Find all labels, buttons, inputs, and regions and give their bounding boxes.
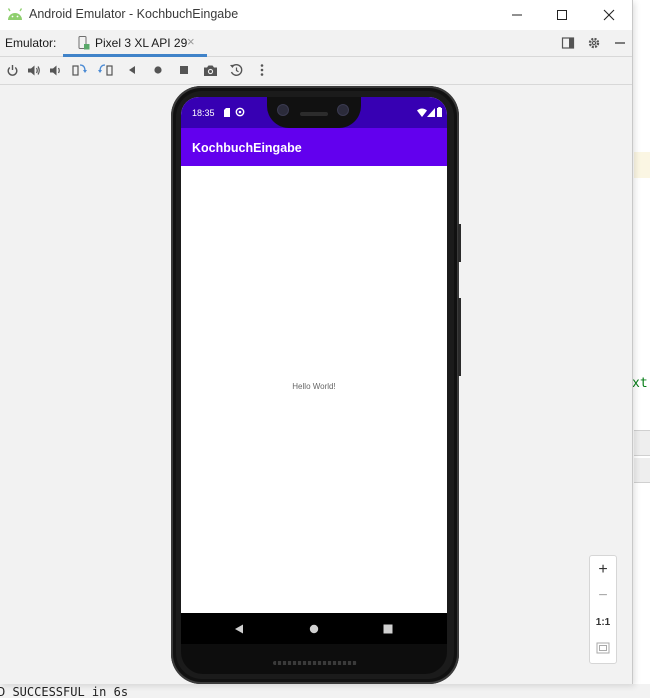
back-icon <box>129 66 135 74</box>
home-icon <box>154 66 162 74</box>
screenshot-button[interactable] <box>201 61 219 79</box>
home-button[interactable] <box>149 61 167 79</box>
emulator-label: Emulator: <box>5 36 57 50</box>
android-logo-icon <box>7 8 23 20</box>
nav-back-button[interactable] <box>231 621 247 637</box>
volume-down-button[interactable] <box>47 61 65 79</box>
rotate-right-button[interactable] <box>96 61 114 79</box>
nav-back-icon <box>235 624 243 634</box>
close-icon <box>603 9 615 21</box>
app-bar: KochbuchEingabe <box>181 128 447 166</box>
maximize-icon <box>557 10 567 20</box>
rotate-right-icon <box>97 64 113 76</box>
android-navigation-bar <box>181 613 447 644</box>
window-title: Android Emulator - KochbuchEingabe <box>29 7 239 21</box>
sync-notification-icon <box>235 107 245 117</box>
speaker-grille <box>273 661 357 665</box>
overview-button[interactable] <box>175 61 193 79</box>
maximize-button[interactable] <box>539 0 585 30</box>
build-output-text: D SUCCESSFUL in 6s <box>0 685 129 699</box>
nav-home-icon <box>309 624 319 634</box>
rotate-left-button[interactable] <box>70 61 88 79</box>
overview-icon <box>180 66 188 74</box>
settings-button[interactable] <box>585 34 603 52</box>
tab-pixel-3-xl-api-29[interactable]: Pixel 3 XL API 29 × <box>63 30 207 57</box>
more-icon <box>260 64 264 76</box>
display-notch <box>267 97 361 128</box>
more-options-button[interactable] <box>253 61 271 79</box>
zoom-controls: + − 1:1 <box>589 555 617 664</box>
nav-overview-button[interactable] <box>380 621 396 637</box>
app-title: KochbuchEingabe <box>192 141 302 155</box>
nav-home-button[interactable] <box>306 621 322 637</box>
volume-up-icon <box>28 65 40 75</box>
rotate-left-icon <box>71 64 87 76</box>
volume-rocker[interactable] <box>458 298 461 376</box>
layout-toggle-button[interactable] <box>559 34 577 52</box>
fit-screen-button[interactable] <box>590 635 616 661</box>
device-icon <box>78 36 90 50</box>
ide-row <box>634 458 650 483</box>
minimize-icon <box>512 14 522 16</box>
camera-icon <box>203 65 217 76</box>
device-frame: 18:35 KochbuchEingabe Hello World! <box>171 86 461 684</box>
back-button[interactable] <box>123 61 141 79</box>
nav-overview-icon <box>383 624 393 634</box>
volume-up-button[interactable] <box>25 61 43 79</box>
power-key[interactable] <box>458 224 461 262</box>
close-button[interactable] <box>586 0 632 30</box>
device-tab-bar: Emulator: Pixel 3 XL API 29 × <box>0 30 632 57</box>
phone-chin <box>181 644 447 674</box>
ide-build-output: D SUCCESSFUL in 6s <box>0 684 650 699</box>
tab-close-icon[interactable]: × <box>187 34 195 49</box>
snapshot-restore-icon <box>229 63 242 76</box>
zoom-out-button[interactable]: − <box>590 583 616 609</box>
power-icon <box>7 64 17 76</box>
title-bar: Android Emulator - KochbuchEingabe <box>0 0 632 30</box>
front-camera <box>337 104 349 116</box>
gear-icon <box>588 37 600 49</box>
minimize-button[interactable] <box>494 0 540 30</box>
device-screen[interactable]: 18:35 KochbuchEingabe Hello World! <box>181 97 447 644</box>
hide-panel-button[interactable] <box>611 34 629 52</box>
actual-size-button[interactable]: 1:1 <box>590 609 616 635</box>
hello-world-text: Hello World! <box>292 382 336 391</box>
app-content: Hello World! <box>181 166 447 613</box>
volume-down-icon <box>50 65 60 75</box>
ide-row <box>634 430 650 456</box>
status-time: 18:35 <box>192 108 215 118</box>
sd-card-icon <box>224 108 230 117</box>
minimize-panel-icon <box>615 42 625 44</box>
panel-layout-icon <box>561 37 575 49</box>
fit-screen-icon <box>596 642 610 654</box>
power-button[interactable] <box>3 61 21 79</box>
earpiece-speaker <box>300 112 328 116</box>
wifi-icon <box>417 108 427 117</box>
battery-icon <box>437 107 442 117</box>
emulator-toolbar <box>0 57 632 85</box>
snapshot-button[interactable] <box>227 61 245 79</box>
front-camera <box>277 104 289 116</box>
android-status-bar: 18:35 <box>181 97 447 128</box>
cell-signal-icon <box>427 108 435 117</box>
emulator-window: Android Emulator - KochbuchEingabe Emula… <box>0 0 633 684</box>
tab-label: Pixel 3 XL API 29 <box>95 36 188 50</box>
ide-code-fragment: xt <box>632 376 648 391</box>
ide-highlight-line <box>634 152 650 178</box>
zoom-in-button[interactable]: + <box>590 557 616 583</box>
